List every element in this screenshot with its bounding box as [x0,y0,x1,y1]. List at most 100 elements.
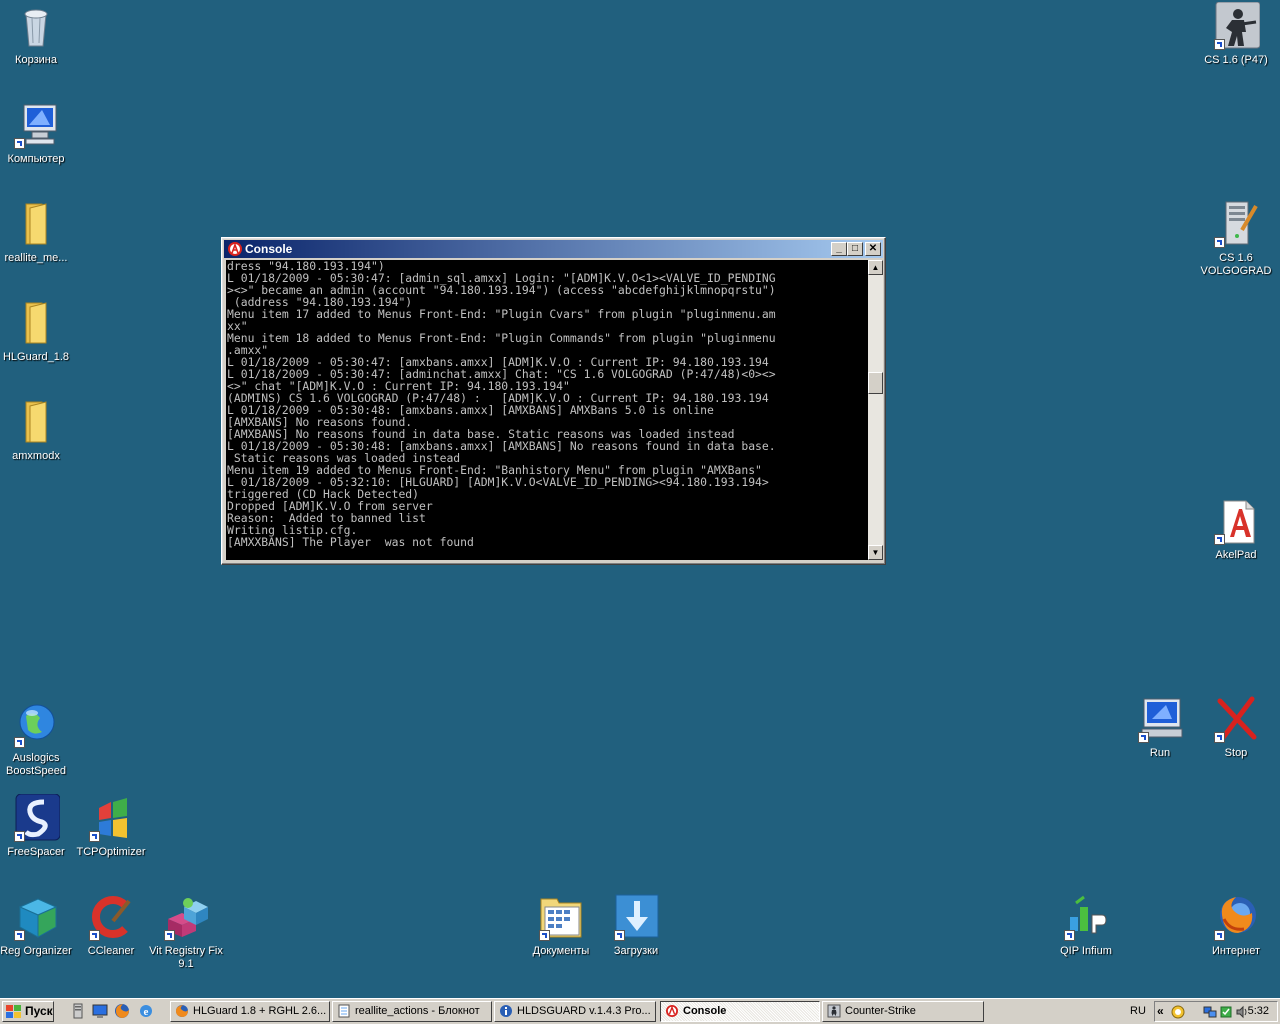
desktop-icon-ccleaner[interactable]: CCleaner [73,893,149,958]
close-button[interactable]: ✕ [865,242,881,256]
firefox-icon [176,1005,188,1017]
run-icon [1136,695,1184,743]
desktop-icon-qip-infium[interactable]: QIP Infium [1048,893,1124,958]
folder-icon [12,299,60,347]
server-icon [1212,200,1260,248]
language-indicator[interactable]: RU [1124,1002,1152,1021]
desktop-icon-akelpad[interactable]: AkelPad [1198,497,1274,562]
desktop-icon-reallite-folder[interactable]: reallite_me... [0,200,74,265]
console-titlebar[interactable]: Console _ □ ✕ [224,240,883,258]
icon-label: Корзина [15,54,57,66]
vit-registry-icon [162,893,210,941]
scroll-thumb[interactable] [868,372,883,394]
icon-label: CCleaner [87,945,135,957]
ccleaner-icon [87,893,135,941]
shortcut-arrow-icon [1214,930,1225,941]
desktop-icon-stop[interactable]: Stop [1198,695,1274,760]
desktop-icon-vit-registry-fix[interactable]: Vit Registry Fix 9.1 [148,893,224,971]
shortcut-arrow-icon [164,930,175,941]
quicklaunch-ie-icon[interactable]: e [138,1003,154,1019]
clock[interactable]: 5:32 [1248,1002,1269,1021]
tray-network-icon[interactable] [1203,1005,1217,1019]
shortcut-arrow-icon [14,737,25,748]
icon-label: Интернет [1212,945,1260,957]
half-life-icon [666,1005,678,1017]
task-console[interactable]: Console [660,1001,820,1022]
notepad-icon [338,1004,350,1018]
task-hldsguard[interactable]: HLDSGUARD v.1.4.3 Pro... [494,1001,656,1022]
icon-label: HLGuard_1.8 [2,351,70,363]
icon-label: Auslogics BoostSpeed [6,752,66,777]
desktop-icon-documents[interactable]: Документы [523,893,599,958]
desktop-icon-cs16-p47[interactable]: CS 1.6 (P47) [1198,2,1274,67]
quicklaunch-server-icon[interactable] [70,1003,86,1019]
scroll-down-button[interactable]: ▼ [868,545,883,560]
firefox-icon [1212,893,1260,941]
desktop-icon-downloads[interactable]: Загрузки [598,893,674,958]
console-window[interactable]: Console _ □ ✕ dress "94.180.193.194") L 0… [221,237,886,565]
desktop-icon-run[interactable]: Run [1122,695,1198,760]
shortcut-arrow-icon [14,831,25,842]
desktop-icon-hlguard-folder[interactable]: HLGuard_1.8 [0,299,74,364]
maximize-button[interactable]: □ [847,242,863,256]
icon-label: reallite_me... [4,252,68,264]
tray-antivirus-icon[interactable] [1219,1005,1233,1019]
minimize-button[interactable]: _ [831,242,847,256]
shortcut-arrow-icon [539,930,550,941]
quicklaunch-firefox-icon[interactable] [114,1003,130,1019]
start-button[interactable]: Пуск [2,1001,54,1022]
task-label: reallite_actions - Блокнот [355,1005,480,1017]
shortcut-arrow-icon [14,930,25,941]
task-label: HLDSGUARD v.1.4.3 Pro... [517,1005,651,1017]
task-hlguard[interactable]: HLGuard 1.8 + RGHL 2.6... [170,1001,330,1022]
counter-strike-icon [827,1004,841,1018]
akelpad-icon [1212,497,1260,545]
desktop-icon-firefox[interactable]: Интернет [1198,893,1274,958]
console-line: Menu item 18 added to Menus Front-End: "… [227,331,776,345]
shortcut-arrow-icon [1064,930,1075,941]
desktop-icon-reg-organizer[interactable]: Reg Organizer [0,893,74,958]
reg-organizer-icon [12,893,60,941]
task-label: HLGuard 1.8 + RGHL 2.6... [193,1005,327,1017]
shortcut-arrow-icon [89,930,100,941]
icon-label: Stop [1224,747,1248,759]
documents-icon [537,893,585,941]
downloads-icon [612,893,660,941]
start-label: Пуск [25,1004,53,1018]
shortcut-arrow-icon [1214,732,1225,743]
desktop-icon-recycle-bin[interactable]: Корзина [0,2,74,67]
desktop-icon-auslogics[interactable]: Auslogics BoostSpeed [0,700,74,778]
quicklaunch-show-desktop-icon[interactable] [92,1003,108,1019]
qip-icon [1062,893,1110,941]
console-scrollbar[interactable]: ▲ ▼ [868,260,883,560]
desktop-icon-cs16-volgograd[interactable]: CS 1.6 VOLGOGRAD [1198,200,1274,278]
scroll-up-button[interactable]: ▲ [868,260,883,275]
task-label: Console [683,1005,727,1017]
icon-label: FreeSpacer [7,846,65,858]
shortcut-arrow-icon [89,831,100,842]
task-label: Counter-Strike [845,1005,916,1017]
shortcut-arrow-icon [14,138,25,149]
icon-label: AkelPad [1215,549,1257,561]
recycle-bin-icon [12,2,60,50]
tray-expand-icon[interactable]: « [1157,1004,1164,1018]
freespacer-icon [12,794,60,842]
globe-icon [12,700,60,748]
desktop-icon-amxmodx-folder[interactable]: amxmodx [0,398,74,463]
task-notepad[interactable]: reallite_actions - Блокнот [332,1001,492,1022]
taskbar: Пуск e HLGuard 1.8 + RGHL 2.6... reallit… [0,998,1280,1024]
task-counter-strike[interactable]: Counter-Strike [822,1001,984,1022]
console-output[interactable]: dress "94.180.193.194") L 01/18/2009 - 05… [226,260,868,560]
icon-label: amxmodx [12,450,60,462]
icon-label: TCPOptimizer [76,846,146,858]
desktop-icon-freespacer[interactable]: FreeSpacer [0,794,74,859]
svg-text:e: e [144,1006,149,1018]
shortcut-arrow-icon [1214,39,1225,50]
desktop-icon-tcpoptimizer[interactable]: TCPOptimizer [73,794,149,859]
folder-icon [12,200,60,248]
desktop-icon-computer[interactable]: Компьютер [0,101,74,166]
computer-icon [12,101,60,149]
info-icon [500,1005,512,1017]
tray-qip-icon[interactable] [1171,1005,1185,1019]
tcpoptimizer-icon [87,794,135,842]
